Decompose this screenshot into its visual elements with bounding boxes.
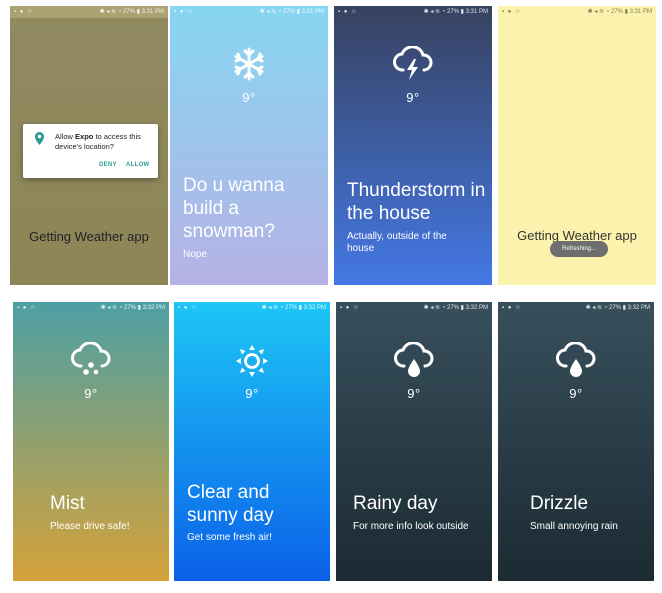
screen-getting-weather-refreshing: ▪ ● ☆ ✱ ◂ ≋ ◔ 27% ▮ 3:31 PM Getting Weat… bbox=[498, 6, 656, 285]
screen-getting-weather-dialog: ▪ ● ☆ ✱ ◂ ≋ ◔ 27% ▮ 3:31 PM Getting Weat… bbox=[10, 6, 168, 285]
weather-title: Rainy day bbox=[353, 493, 438, 514]
screen-snow: ▪ ● ☆ ✱ ◂ ≋ ◔ 27% ▮ 3:31 PM 9° Do u wann… bbox=[170, 6, 328, 285]
thunderstorm-icon bbox=[393, 46, 433, 80]
weather-title: Thunderstorm in the house bbox=[347, 180, 486, 224]
weather-title: Do u wanna build a snowman? bbox=[183, 175, 285, 242]
dialog-message: Allow Expo to access this device's locat… bbox=[55, 132, 141, 151]
status-icons-left: ▪ ● ☆ bbox=[17, 305, 37, 311]
status-bar: ▪ ● ☆ ✱ ◂ ≋ ◔ 27% ▮ 3:31 PM bbox=[334, 6, 492, 18]
weather-subtitle: Small annoying rain bbox=[530, 521, 618, 532]
status-icons-right: ✱ ◂ ≋ ◔ 27% ▮ 3:31 PM bbox=[423, 9, 488, 15]
weather-subtitle: For more info look outside bbox=[353, 521, 469, 532]
location-permission-dialog: Allow Expo to access this device's locat… bbox=[23, 124, 158, 178]
sun-icon bbox=[236, 345, 268, 377]
status-icons-left: ▪ ● ☆ bbox=[178, 305, 198, 311]
temperature: 9° bbox=[242, 90, 256, 105]
weather-subtitle: Get some fresh air! bbox=[187, 532, 273, 543]
weather-title: Drizzle bbox=[530, 493, 589, 514]
location-pin-icon bbox=[35, 132, 44, 145]
weather-subtitle: Nope bbox=[183, 249, 207, 260]
status-icons-right: ✱ ◂ ≋ ◔ 27% ▮ 3:32 PM bbox=[100, 305, 165, 311]
temperature: 9° bbox=[569, 386, 583, 401]
status-icons-left: ▪ ● ☆ bbox=[340, 305, 360, 311]
status-icons-right: ✱ ◂ ≋ ◔ 27% ▮ 3:32 PM bbox=[585, 305, 650, 311]
status-icons-right: ✱ ◂ ≋ ◔ 27% ▮ 3:31 PM bbox=[587, 9, 652, 15]
status-bar: ▪ ● ☆ ✱ ◂ ≋ ◔ 27% ▮ 3:32 PM bbox=[498, 302, 654, 314]
screen-mist: ▪ ● ☆ ✱ ◂ ≋ ◔ 27% ▮ 3:32 PM 9° Mist Plea… bbox=[13, 302, 169, 581]
temperature: 9° bbox=[245, 386, 259, 401]
status-bar: ▪ ● ☆ ✱ ◂ ≋ ◔ 27% ▮ 3:32 PM bbox=[174, 302, 330, 314]
weather-title: Clear and sunny day bbox=[187, 482, 274, 526]
weather-subtitle: Please drive safe! bbox=[50, 521, 130, 532]
temperature: 9° bbox=[406, 90, 420, 105]
status-bar: ▪ ● ☆ ✱ ◂ ≋ ◔ 27% ▮ 3:31 PM bbox=[498, 6, 656, 18]
weather-title: Mist bbox=[50, 493, 85, 514]
temperature: 9° bbox=[407, 386, 421, 401]
status-bar: ▪ ● ☆ ✱ ◂ ≋ ◔ 27% ▮ 3:31 PM bbox=[170, 6, 328, 18]
temperature: 9° bbox=[84, 386, 98, 401]
status-icons-left: ▪ ● ☆ bbox=[502, 9, 522, 15]
refreshing-toast: Refreshing... bbox=[550, 241, 608, 257]
status-icons-right: ✱ ◂ ≋ ◔ 27% ▮ 3:32 PM bbox=[423, 305, 488, 311]
status-icons-left: ▪ ● ☆ bbox=[14, 9, 34, 15]
status-icons-left: ▪ ● ☆ bbox=[502, 305, 522, 311]
screen-drizzle: ▪ ● ☆ ✱ ◂ ≋ ◔ 27% ▮ 3:32 PM 9° Drizzle S… bbox=[498, 302, 654, 581]
mist-icon bbox=[71, 342, 111, 375]
screen-clear: ▪ ● ☆ ✱ ◂ ≋ ◔ 27% ▮ 3:32 PM 9° Clear and… bbox=[174, 302, 330, 581]
status-icons-right: ✱ ◂ ≋ ◔ 27% ▮ 3:31 PM bbox=[259, 9, 324, 15]
snowflake-icon bbox=[234, 47, 264, 81]
loading-text: Getting Weather app bbox=[29, 229, 149, 244]
drizzle-icon bbox=[556, 342, 596, 377]
allow-button[interactable]: ALLOW bbox=[126, 162, 150, 168]
status-bar: ▪ ● ☆ ✱ ◂ ≋ ◔ 27% ▮ 3:32 PM bbox=[13, 302, 169, 314]
status-icons-left: ▪ ● ☆ bbox=[174, 9, 194, 15]
status-bar: ▪ ● ☆ ✱ ◂ ≋ ◔ 27% ▮ 3:32 PM bbox=[336, 302, 492, 314]
weather-subtitle: Actually, outside of the house bbox=[347, 231, 447, 254]
status-icons-left: ▪ ● ☆ bbox=[338, 9, 358, 15]
deny-button[interactable]: DENY bbox=[99, 162, 117, 168]
status-icons-right: ✱ ◂ ≋ ◔ 27% ▮ 3:31 PM bbox=[99, 9, 164, 15]
screen-rain: ▪ ● ☆ ✱ ◂ ≋ ◔ 27% ▮ 3:32 PM 9° Rainy day… bbox=[336, 302, 492, 581]
status-icons-right: ✱ ◂ ≋ ◔ 27% ▮ 3:32 PM bbox=[261, 305, 326, 311]
screen-thunderstorm: ▪ ● ☆ ✱ ◂ ≋ ◔ 27% ▮ 3:31 PM 9° Thunderst… bbox=[334, 6, 492, 285]
rain-icon bbox=[394, 342, 434, 377]
status-bar: ▪ ● ☆ ✱ ◂ ≋ ◔ 27% ▮ 3:31 PM bbox=[10, 6, 168, 18]
